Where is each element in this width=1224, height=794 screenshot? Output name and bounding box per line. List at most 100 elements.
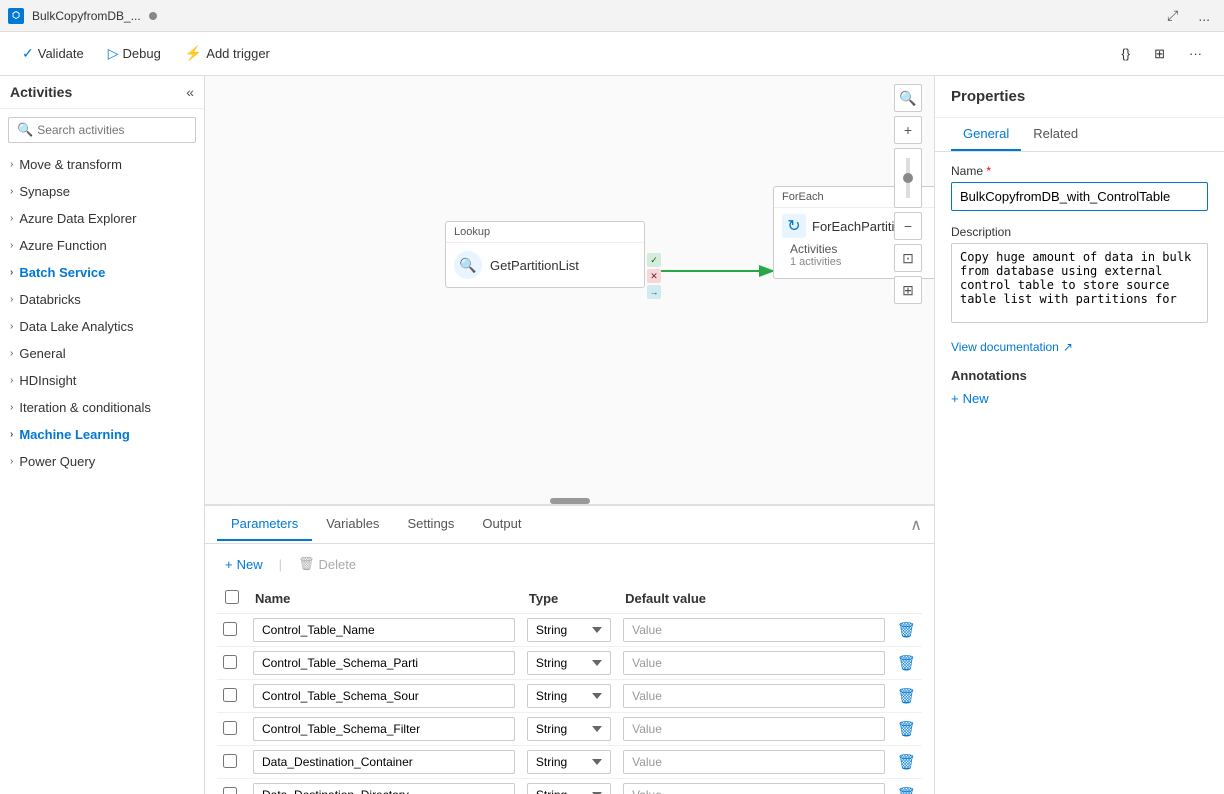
row-checkbox[interactable] [223, 622, 237, 636]
monitor-button[interactable]: ⊞ [1144, 42, 1175, 66]
parameters-content: + New | 🗑 Delete Name Type [205, 544, 934, 794]
sidebar-item-azure-data-explorer[interactable]: › Azure Data Explorer [0, 205, 204, 232]
canvas-area: Lookup 🔍 GetPartitionList ✓ ✕ → [205, 76, 934, 794]
sidebar-item-databricks[interactable]: › Databricks [0, 286, 204, 313]
delete-row-button[interactable]: 🗑 [897, 786, 916, 794]
param-name-input[interactable] [253, 618, 515, 642]
grid-toggle-button[interactable]: ⊞ [894, 276, 922, 304]
sidebar-item-power-query[interactable]: › Power Query [0, 448, 204, 475]
canvas-toolbar: 🔍 + − ⊡ ⊞ [894, 84, 922, 304]
name-input[interactable] [951, 182, 1208, 211]
search-box[interactable]: 🔍 [8, 117, 196, 143]
description-label: Description [951, 225, 1208, 239]
param-value-input[interactable] [623, 717, 885, 741]
default-value-column-header: Default value [617, 584, 891, 614]
chevron-right-icon: › [10, 294, 13, 305]
delete-row-button[interactable]: 🗑 [897, 720, 916, 738]
view-docs-link[interactable]: View documentation ↗ [951, 340, 1208, 354]
sidebar-collapse-button[interactable]: « [186, 84, 194, 100]
pipeline-canvas[interactable]: Lookup 🔍 GetPartitionList ✓ ✕ → [205, 76, 934, 504]
sidebar-item-batch-service[interactable]: › Batch Service [0, 259, 204, 286]
expand-button[interactable]: ⤢ [1161, 5, 1184, 26]
new-param-button[interactable]: + New [217, 553, 271, 576]
name-label: Name * [951, 164, 1208, 178]
param-value-input[interactable] [623, 750, 885, 774]
param-type-select[interactable]: String Int Bool Array Object [527, 618, 611, 642]
delete-row-button[interactable]: 🗑 [897, 654, 916, 672]
sidebar-item-synapse[interactable]: › Synapse [0, 178, 204, 205]
zoom-slider[interactable] [894, 148, 922, 208]
validate-button[interactable]: ✓ Validate [12, 41, 94, 66]
param-name-input[interactable] [253, 750, 515, 774]
props-tab-related[interactable]: Related [1021, 118, 1090, 151]
skip-indicator: → [647, 285, 661, 299]
more-button[interactable]: ... [1192, 5, 1216, 26]
tab-settings[interactable]: Settings [393, 508, 468, 541]
fit-view-button[interactable]: ⊡ [894, 244, 922, 272]
param-value-input[interactable] [623, 651, 885, 675]
search-canvas-button[interactable]: 🔍 [894, 84, 922, 112]
zoom-out-button[interactable]: − [894, 212, 922, 240]
annotations-label: Annotations [951, 368, 1208, 383]
param-type-select[interactable]: String Int Bool Array Object [527, 717, 611, 741]
toolbar: ✓ Validate ▷ Debug ⚡ Add trigger {} ⊞ ··… [0, 32, 1224, 76]
type-column-header: Type [521, 584, 617, 614]
debug-button[interactable]: ▷ Debug [98, 41, 171, 66]
zoom-in-button[interactable]: + [894, 116, 922, 144]
lookup-node-box: Lookup 🔍 GetPartitionList [445, 221, 645, 288]
row-checkbox[interactable] [223, 655, 237, 669]
properties-body: Name * Description Copy huge amount of d… [935, 152, 1224, 794]
param-name-input[interactable] [253, 651, 515, 675]
param-value-input[interactable] [623, 684, 885, 708]
chevron-right-icon: › [10, 456, 13, 467]
lookup-icon: 🔍 [454, 251, 482, 279]
panel-resize-handle[interactable] [550, 498, 590, 504]
select-all-header [217, 584, 247, 614]
select-all-checkbox[interactable] [225, 590, 239, 604]
plus-icon: + [225, 557, 233, 572]
foreach-icon: ↻ [782, 214, 806, 238]
sidebar-item-data-lake-analytics[interactable]: › Data Lake Analytics [0, 313, 204, 340]
param-name-input[interactable] [253, 717, 515, 741]
delete-row-button[interactable]: 🗑 [897, 687, 916, 705]
row-checkbox[interactable] [223, 787, 237, 794]
tab-variables[interactable]: Variables [312, 508, 393, 541]
lookup-node[interactable]: Lookup 🔍 GetPartitionList ✓ ✕ → [445, 221, 645, 288]
zoom-handle[interactable] [903, 173, 913, 183]
description-textarea[interactable]: Copy huge amount of data in bulk from da… [951, 243, 1208, 323]
props-tab-general[interactable]: General [951, 118, 1021, 151]
sidebar-item-general[interactable]: › General [0, 340, 204, 367]
row-checkbox[interactable] [223, 754, 237, 768]
delete-row-button[interactable]: 🗑 [897, 753, 916, 771]
param-name-input[interactable] [253, 684, 515, 708]
sidebar-item-azure-function[interactable]: › Azure Function [0, 232, 204, 259]
unsaved-indicator [149, 12, 157, 20]
code-button[interactable]: {} [1111, 42, 1140, 66]
properties-panel: Properties General Related Name * Descri… [934, 76, 1224, 794]
bottom-panel-close-button[interactable]: ∧ [910, 515, 922, 535]
sidebar-item-iteration-conditionals[interactable]: › Iteration & conditionals [0, 394, 204, 421]
table-row: String Int Bool Array Object 🗑 [217, 647, 922, 680]
sidebar-item-move-transform[interactable]: › Move & transform [0, 151, 204, 178]
delete-row-button[interactable]: 🗑 [897, 621, 916, 639]
sidebar-item-hdinsight[interactable]: › HDInsight [0, 367, 204, 394]
sidebar-item-machine-learning[interactable]: › Machine Learning [0, 421, 204, 448]
param-type-select[interactable]: String Int Bool Array Object [527, 651, 611, 675]
param-name-input[interactable] [253, 783, 515, 794]
tab-output[interactable]: Output [468, 508, 535, 541]
title-bar-text: BulkCopyfromDB_... [32, 9, 141, 23]
param-value-input[interactable] [623, 618, 885, 642]
row-checkbox[interactable] [223, 721, 237, 735]
toolbar-more-button[interactable]: ··· [1179, 42, 1212, 66]
new-annotation-button[interactable]: + New [951, 391, 989, 406]
add-trigger-button[interactable]: ⚡ Add trigger [175, 41, 280, 66]
param-type-select[interactable]: String Int Bool Array Object [527, 684, 611, 708]
param-value-input[interactable] [623, 783, 885, 794]
row-checkbox[interactable] [223, 688, 237, 702]
tab-parameters[interactable]: Parameters [217, 508, 312, 541]
param-type-select[interactable]: String Int Bool Array Object [527, 750, 611, 774]
search-input[interactable] [37, 123, 187, 137]
param-type-select[interactable]: String Int Bool Array Object [527, 783, 611, 794]
external-link-icon: ↗ [1063, 340, 1073, 354]
delete-param-button[interactable]: 🗑 Delete [290, 552, 364, 576]
